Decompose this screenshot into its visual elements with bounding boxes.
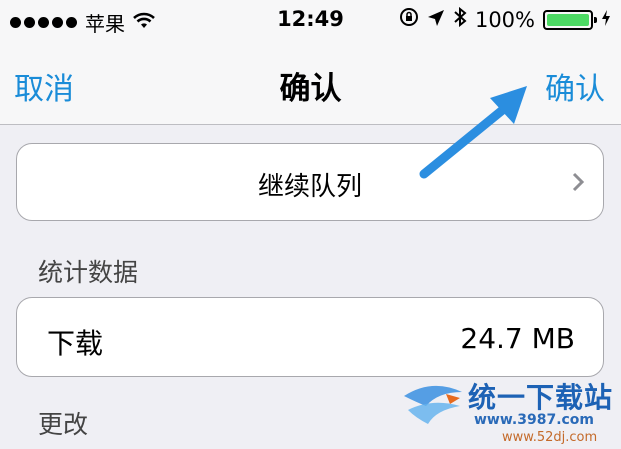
- resume-queue-button[interactable]: 继续队列: [16, 143, 604, 221]
- resume-queue-label: 继续队列: [257, 172, 362, 202]
- changes-header: 更改: [38, 410, 89, 439]
- confirm-button[interactable]: 确认: [545, 64, 605, 108]
- chevron-right-icon: [571, 171, 585, 197]
- bluetooth-icon: [453, 6, 467, 32]
- orientation-lock-icon: [399, 7, 419, 32]
- watermark: 统一下载站 www.3987.com www.52dj.com: [402, 372, 621, 449]
- watermark-site: www.3987.com: [474, 412, 595, 428]
- navigation-bar: 取消 确认 确认: [0, 40, 621, 125]
- location-arrow-icon: [427, 8, 445, 32]
- statistics-header: 统计数据: [38, 258, 139, 287]
- watermark-site-2: www.52dj.com: [502, 430, 598, 445]
- battery-percent: 100%: [474, 7, 535, 32]
- status-bar: 苹果 12:49 100%: [0, 0, 621, 40]
- watermark-wings-icon: [404, 385, 462, 424]
- downloads-label: 下载: [47, 327, 104, 360]
- status-right: 100%: [399, 6, 611, 32]
- battery-icon: [543, 9, 597, 30]
- watermark-brand: 统一下载站: [468, 381, 614, 414]
- downloads-row: 下载 24.7 MB: [16, 297, 604, 377]
- page-title: 确认: [279, 71, 342, 107]
- charging-bolt-icon: [601, 8, 611, 32]
- downloads-value: 24.7 MB: [460, 322, 575, 355]
